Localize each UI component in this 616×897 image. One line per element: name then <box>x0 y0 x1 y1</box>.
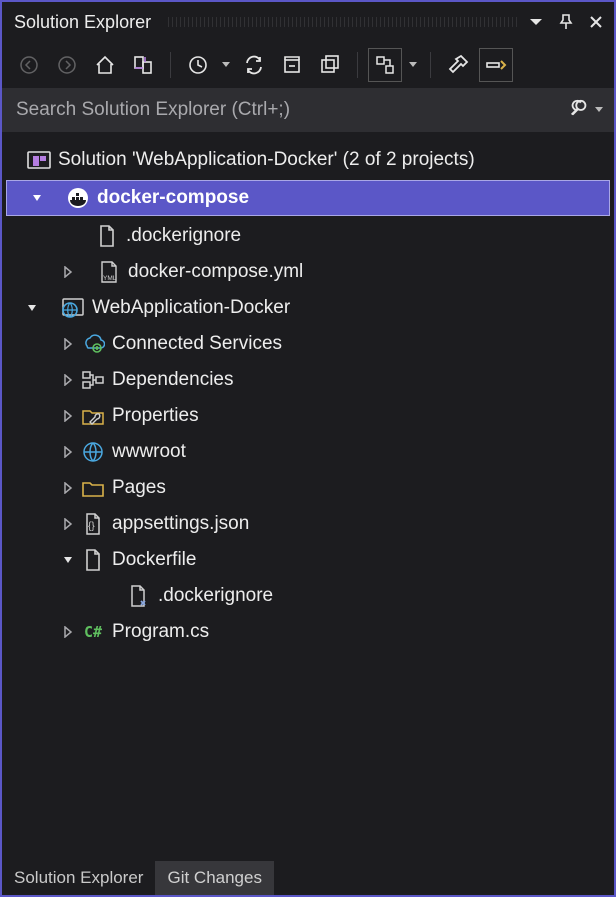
home-button[interactable] <box>88 48 122 82</box>
window-options-icon[interactable] <box>526 12 546 32</box>
json-file-icon: {} <box>80 511 106 537</box>
file-dockerignore-2[interactable]: .dockerignore <box>2 578 614 614</box>
node-label: Properties <box>112 405 199 427</box>
chevron-right-icon[interactable] <box>60 372 76 388</box>
solution-label: Solution 'WebApplication-Docker' (2 of 2… <box>58 149 475 171</box>
globe-icon <box>80 439 106 465</box>
file-icon <box>80 547 106 573</box>
solution-node[interactable]: Solution 'WebApplication-Docker' (2 of 2… <box>2 142 614 178</box>
docker-compose-icon <box>65 185 91 211</box>
dependencies-icon <box>80 367 106 393</box>
file-icon <box>94 223 120 249</box>
tab-solution-explorer[interactable]: Solution Explorer <box>2 861 155 895</box>
file-label: docker-compose.yml <box>128 261 303 283</box>
nav-back-button[interactable] <box>12 48 46 82</box>
file-label: Dockerfile <box>112 549 196 571</box>
search-dropdown-icon[interactable] <box>594 105 604 115</box>
yml-file-icon: YML <box>96 259 122 285</box>
file-label: appsettings.json <box>112 513 249 535</box>
panel-title: Solution Explorer <box>14 12 151 33</box>
panel-grip[interactable] <box>165 17 520 27</box>
collapse-all-button[interactable] <box>275 48 309 82</box>
folder-icon <box>80 475 106 501</box>
file-dockerignore-1[interactable]: .dockerignore <box>2 218 614 254</box>
toolbar <box>2 42 614 88</box>
node-properties[interactable]: Properties <box>2 398 614 434</box>
svg-text:{}: {} <box>88 521 95 532</box>
nav-forward-button[interactable] <box>50 48 84 82</box>
sync-button[interactable] <box>237 48 271 82</box>
file-appsettings-json[interactable]: {} appsettings.json <box>2 506 614 542</box>
solution-tree: Solution 'WebApplication-Docker' (2 of 2… <box>2 132 614 861</box>
solution-icon <box>26 147 52 173</box>
project-webapplication-docker[interactable]: WebApplication-Docker <box>2 290 614 326</box>
svg-text:YML: YML <box>103 275 117 282</box>
file-program-cs[interactable]: C# Program.cs <box>2 614 614 650</box>
file-docker-compose-yml[interactable]: YML docker-compose.yml <box>2 254 614 290</box>
pin-icon[interactable] <box>556 12 576 32</box>
panel-titlebar: Solution Explorer <box>2 2 614 42</box>
node-connected-services[interactable]: Connected Services <box>2 326 614 362</box>
file-label: .dockerignore <box>126 225 241 247</box>
chevron-right-icon[interactable] <box>60 444 76 460</box>
node-wwwroot[interactable]: wwwroot <box>2 434 614 470</box>
node-label: Connected Services <box>112 333 282 355</box>
node-label: Pages <box>112 477 166 499</box>
node-pages[interactable]: Pages <box>2 470 614 506</box>
preview-selected-button[interactable] <box>479 48 513 82</box>
project-docker-compose[interactable]: docker-compose <box>6 180 610 216</box>
project-label: docker-compose <box>97 187 249 209</box>
chevron-right-icon[interactable] <box>60 408 76 424</box>
close-icon[interactable] <box>586 12 606 32</box>
filter-dropdown-icon[interactable] <box>219 60 233 70</box>
chevron-right-icon[interactable] <box>60 516 76 532</box>
node-label: Dependencies <box>112 369 233 391</box>
node-dependencies[interactable]: Dependencies <box>2 362 614 398</box>
track-active-item-button[interactable] <box>368 48 402 82</box>
solution-explorer-panel: Solution Explorer <box>0 0 616 897</box>
search-bar <box>2 88 614 132</box>
switch-views-button[interactable] <box>126 48 160 82</box>
csharp-file-icon: C# <box>80 619 106 645</box>
file-label: .dockerignore <box>158 585 273 607</box>
show-all-files-button[interactable] <box>313 48 347 82</box>
chevron-down-icon[interactable] <box>24 300 40 316</box>
chevron-right-icon[interactable] <box>60 336 76 352</box>
file-label: Program.cs <box>112 621 209 643</box>
chevron-right-icon[interactable] <box>60 480 76 496</box>
tab-git-changes[interactable]: Git Changes <box>155 861 274 895</box>
web-project-icon <box>60 295 86 321</box>
connected-services-icon <box>80 331 106 357</box>
search-icon[interactable] <box>568 99 590 121</box>
bottom-tab-strip: Solution Explorer Git Changes <box>2 861 614 895</box>
track-dropdown-icon[interactable] <box>406 60 420 70</box>
chevron-down-icon[interactable] <box>29 190 45 206</box>
properties-button[interactable] <box>441 48 475 82</box>
project-label: WebApplication-Docker <box>92 297 290 319</box>
chevron-right-icon[interactable] <box>60 264 76 280</box>
pending-changes-filter-button[interactable] <box>181 48 215 82</box>
chevron-down-icon[interactable] <box>60 552 76 568</box>
file-link-icon <box>126 583 152 609</box>
wrench-folder-icon <box>80 403 106 429</box>
chevron-right-icon[interactable] <box>60 624 76 640</box>
search-input[interactable] <box>16 99 568 121</box>
node-label: wwwroot <box>112 441 186 463</box>
file-dockerfile[interactable]: Dockerfile <box>2 542 614 578</box>
